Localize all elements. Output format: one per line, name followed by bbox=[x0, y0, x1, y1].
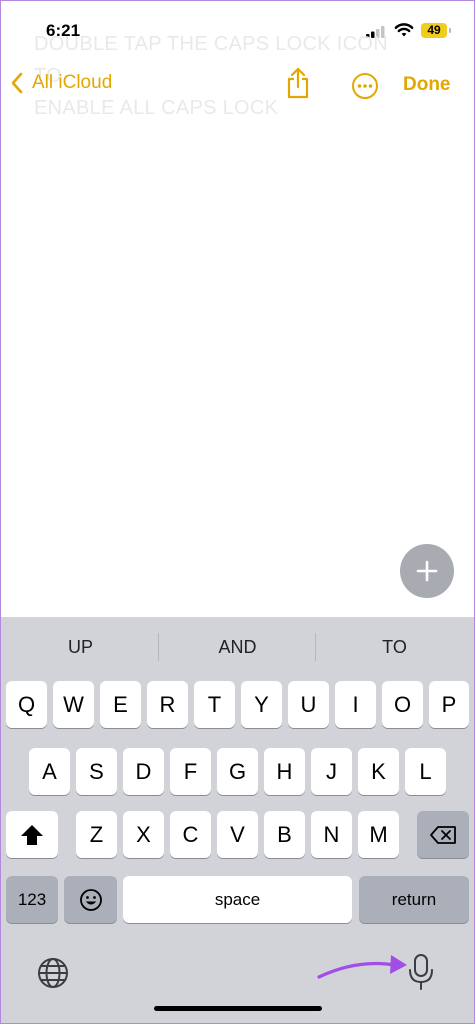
dictation-button[interactable] bbox=[407, 953, 435, 996]
share-button[interactable] bbox=[284, 66, 312, 105]
key-o[interactable]: O bbox=[382, 681, 423, 728]
emoji-icon bbox=[79, 888, 102, 911]
shift-icon bbox=[21, 824, 43, 845]
keyboard: UP AND TO Q W E R T Y U I O P A S D F G … bbox=[1, 617, 474, 1023]
key-i[interactable]: I bbox=[335, 681, 376, 728]
key-j[interactable]: J bbox=[311, 748, 352, 795]
key-y[interactable]: Y bbox=[241, 681, 282, 728]
globe-icon bbox=[38, 958, 68, 988]
done-button[interactable]: Done bbox=[403, 74, 451, 96]
key-w[interactable]: W bbox=[53, 681, 94, 728]
back-button-label: All iCloud bbox=[32, 72, 113, 93]
key-q[interactable]: Q bbox=[6, 681, 47, 728]
key-r[interactable]: R bbox=[147, 681, 188, 728]
key-c[interactable]: C bbox=[170, 811, 211, 858]
space-key[interactable]: space bbox=[123, 876, 352, 923]
add-button[interactable] bbox=[400, 544, 454, 598]
plus-icon bbox=[416, 560, 438, 582]
delete-icon bbox=[430, 825, 456, 844]
key-x[interactable]: X bbox=[123, 811, 164, 858]
key-u[interactable]: U bbox=[288, 681, 329, 728]
key-l[interactable]: L bbox=[405, 748, 446, 795]
key-e[interactable]: E bbox=[100, 681, 141, 728]
delete-key[interactable] bbox=[417, 811, 469, 858]
key-t[interactable]: T bbox=[194, 681, 235, 728]
microphone-icon bbox=[409, 954, 433, 990]
numbers-key[interactable]: 123 bbox=[6, 876, 58, 923]
suggestion-bar: UP AND TO bbox=[1, 617, 474, 677]
more-icon bbox=[352, 73, 378, 99]
key-d[interactable]: D bbox=[123, 748, 164, 795]
key-z[interactable]: Z bbox=[76, 811, 117, 858]
key-f[interactable]: F bbox=[170, 748, 211, 795]
home-indicator bbox=[154, 1006, 322, 1011]
key-v[interactable]: V bbox=[217, 811, 258, 858]
more-options-button[interactable] bbox=[351, 72, 379, 105]
suggestion-3[interactable]: TO bbox=[317, 617, 472, 677]
battery-indicator: 49 bbox=[421, 23, 447, 38]
key-n[interactable]: N bbox=[311, 811, 352, 858]
suggestion-divider bbox=[158, 633, 159, 661]
emoji-key[interactable] bbox=[64, 876, 117, 923]
key-m[interactable]: M bbox=[358, 811, 399, 858]
battery-tip bbox=[449, 28, 451, 33]
key-b[interactable]: B bbox=[264, 811, 305, 858]
key-g[interactable]: G bbox=[217, 748, 258, 795]
key-k[interactable]: K bbox=[358, 748, 399, 795]
suggestion-divider bbox=[315, 633, 316, 661]
suggestion-1[interactable]: UP bbox=[3, 617, 158, 677]
key-s[interactable]: S bbox=[76, 748, 117, 795]
return-key[interactable]: return bbox=[359, 876, 469, 923]
back-chevron-icon bbox=[11, 72, 23, 94]
key-a[interactable]: A bbox=[29, 748, 70, 795]
share-icon bbox=[287, 67, 309, 99]
annotation-arrow-icon bbox=[317, 955, 407, 979]
suggestion-2[interactable]: AND bbox=[160, 617, 315, 677]
back-button[interactable]: All iCloud bbox=[10, 72, 112, 94]
shift-key[interactable] bbox=[6, 811, 58, 858]
globe-button[interactable] bbox=[37, 957, 69, 994]
key-h[interactable]: H bbox=[264, 748, 305, 795]
key-p[interactable]: P bbox=[429, 681, 469, 728]
